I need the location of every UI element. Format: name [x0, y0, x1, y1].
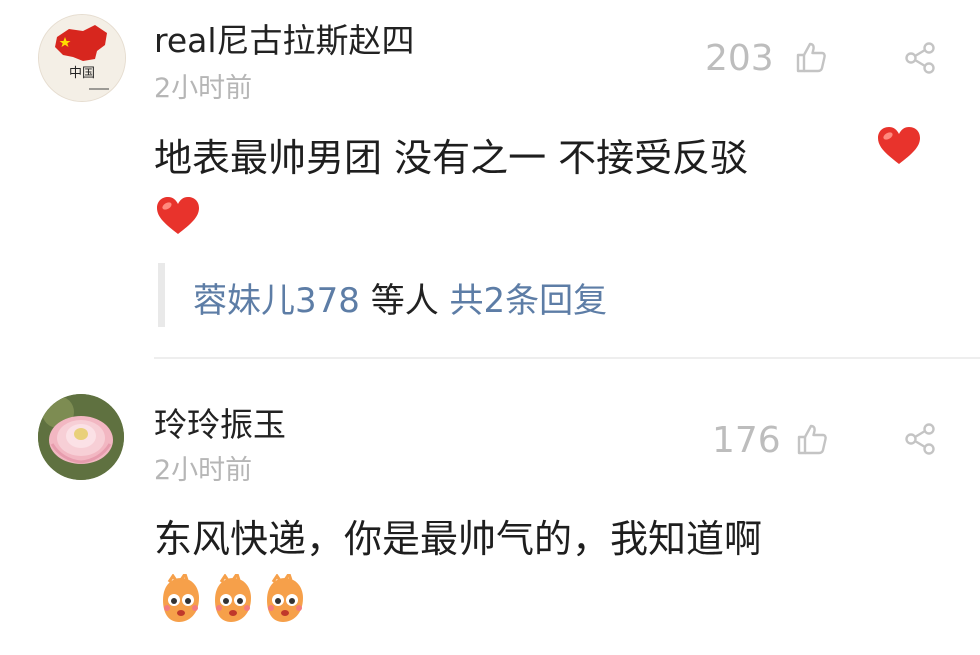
divider — [154, 357, 980, 359]
share-icon[interactable] — [903, 422, 937, 456]
reply-users[interactable]: 蓉妹儿378 — [193, 281, 360, 321]
comment-text: 东风快递，你是最帅气的，我知道啊 — [154, 517, 763, 561]
reply-connector: 等人 — [359, 281, 450, 321]
avatar-image: 中国 — [39, 15, 125, 101]
heart-emoji-icon — [157, 197, 199, 234]
comment-item: 中国 real尼古拉斯赵四 2小时前 203 地表最帅男团 没有之一 不接受反驳… — [0, 0, 980, 360]
face-emoji-icon — [267, 574, 303, 622]
flower-avatar-image — [38, 394, 124, 480]
face-emoji-icon — [163, 574, 199, 622]
username[interactable]: real尼古拉斯赵四 — [154, 14, 415, 62]
avatar[interactable] — [38, 394, 124, 480]
replies-summary: 蓉妹儿378 等人 共2条回复 — [193, 273, 607, 322]
avatar[interactable]: 中国 — [38, 14, 126, 102]
share-icon[interactable] — [903, 41, 937, 75]
comment-item: 玲玲振玉 2小时前 176 东风快递，你是最帅气的，我知道啊 — [0, 360, 980, 655]
thumbs-up-icon[interactable] — [795, 422, 829, 456]
face-emoji-icon — [215, 574, 251, 622]
timestamp: 2小时前 — [154, 455, 253, 486]
replies-preview[interactable]: 蓉妹儿378 等人 共2条回复 — [158, 263, 607, 327]
like-count[interactable]: 203 — [705, 38, 774, 79]
heart-emoji-icon — [878, 127, 920, 164]
like-count[interactable]: 176 — [712, 420, 781, 461]
reply-count-link[interactable]: 共2条回复 — [450, 281, 608, 321]
comment-text: 地表最帅男团 没有之一 不接受反驳 — [154, 136, 749, 180]
username[interactable]: 玲玲振玉 — [154, 398, 286, 446]
avatar-caption: 中国 — [69, 66, 95, 81]
thumbs-up-icon[interactable] — [794, 40, 828, 74]
timestamp: 2小时前 — [154, 73, 253, 104]
